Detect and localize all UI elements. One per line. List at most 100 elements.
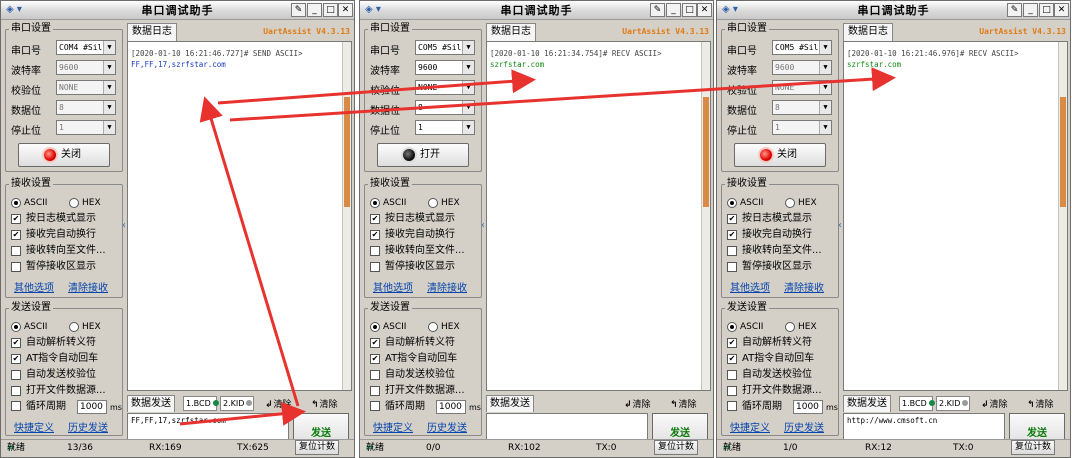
clear-receive-link[interactable]: 清除接收 [427, 279, 467, 294]
clear-log-button[interactable]: ↰清除 [670, 397, 697, 410]
pin-icon[interactable]: ✎ [291, 3, 306, 17]
tab-data-log[interactable]: 数据日志 [843, 23, 893, 41]
send-history-link[interactable]: 历史发送 [427, 419, 467, 434]
reset-count-button[interactable]: 复位计数 [295, 440, 340, 455]
port-select[interactable]: COM4 #Sil ▼ [56, 40, 116, 55]
clear-receive-link[interactable]: 清除接收 [68, 279, 108, 294]
send-option-checksum[interactable]: 自动发送校验位 [11, 369, 121, 383]
recv-option-log-mode[interactable]: ✔ 按日志模式显示 [370, 213, 480, 227]
baud-select[interactable]: 9600 ▼ [56, 60, 116, 75]
send-option-file-source[interactable]: 打开文件数据源... [727, 385, 837, 399]
receive-log-area[interactable]: [2020-01-10 16:21:46.727]# SEND ASCII> F… [127, 41, 352, 391]
other-options-link[interactable]: 其他选项 [373, 279, 413, 294]
minimize-button[interactable]: _ [666, 3, 681, 17]
recv-hex-radio[interactable]: HEX [428, 197, 460, 209]
send-ascii-radio[interactable]: ASCII [727, 321, 763, 333]
log-scrollbar[interactable] [342, 42, 351, 390]
cycle-period-row[interactable]: 循环周期 1000 ms [370, 400, 485, 415]
clear-send-button[interactable]: ↲清除 [265, 397, 292, 410]
quick-define-link[interactable]: 快捷定义 [373, 419, 413, 434]
send-hex-radio[interactable]: HEX [428, 321, 460, 333]
close-button[interactable]: ✕ [697, 3, 712, 17]
clear-send-button[interactable]: ↲清除 [981, 397, 1008, 410]
recv-option-to-file[interactable]: 接收转向至文件... [370, 245, 480, 259]
recv-ascii-radio[interactable]: ASCII [370, 197, 406, 209]
cycle-period-row[interactable]: 循环周期 1000 ms [727, 400, 842, 415]
open-close-port-button[interactable]: 打开 [377, 143, 469, 167]
history-bcd-button[interactable]: 1.BCD [899, 396, 935, 411]
cycle-period-row[interactable]: 循环周期 1000 ms [11, 400, 126, 415]
close-button[interactable]: ✕ [338, 3, 353, 17]
pin-icon[interactable]: ✎ [1007, 3, 1022, 17]
send-hex-radio[interactable]: HEX [69, 321, 101, 333]
open-close-port-button[interactable]: 关闭 [734, 143, 826, 167]
send-option-checksum[interactable]: 自动发送校验位 [370, 369, 480, 383]
clear-send-button[interactable]: ↲清除 [624, 397, 651, 410]
cycle-period-input[interactable]: 1000 [77, 400, 107, 414]
tab-data-log[interactable]: 数据日志 [486, 23, 536, 41]
baud-select[interactable]: 9600 ▼ [415, 60, 475, 75]
recv-option-log-mode[interactable]: ✔ 按日志模式显示 [11, 213, 121, 227]
reset-count-button[interactable]: 复位计数 [654, 440, 699, 455]
close-button[interactable]: ✕ [1054, 3, 1069, 17]
log-scrollbar[interactable] [1058, 42, 1067, 390]
send-hex-radio[interactable]: HEX [785, 321, 817, 333]
stopbits-select[interactable]: 1 ▼ [415, 120, 475, 135]
recv-option-auto-newline[interactable]: ✔ 接收完自动换行 [370, 229, 480, 243]
send-option-escape[interactable]: ✔ 自动解析转义符 [11, 337, 121, 351]
parity-select[interactable]: NONE ▼ [415, 80, 475, 95]
history-kid-button[interactable]: 2.KID [220, 396, 254, 411]
minimize-button[interactable]: _ [1023, 3, 1038, 17]
send-ascii-radio[interactable]: ASCII [11, 321, 47, 333]
recv-option-to-file[interactable]: 接收转向至文件... [727, 245, 837, 259]
send-option-escape[interactable]: ✔ 自动解析转义符 [727, 337, 837, 351]
send-history-link[interactable]: 历史发送 [68, 419, 108, 434]
receive-log-area[interactable]: [2020-01-10 16:21:34.754]# RECV ASCII> s… [486, 41, 711, 391]
open-close-port-button[interactable]: 关闭 [18, 143, 110, 167]
other-options-link[interactable]: 其他选项 [730, 279, 770, 294]
recv-option-auto-newline[interactable]: ✔ 接收完自动换行 [11, 229, 121, 243]
clear-log-button[interactable]: ↰清除 [311, 397, 338, 410]
stopbits-select[interactable]: 1 ▼ [56, 120, 116, 135]
receive-log-area[interactable]: [2020-01-10 16:21:46.976]# RECV ASCII> s… [843, 41, 1068, 391]
cycle-period-input[interactable]: 1000 [436, 400, 466, 414]
maximize-button[interactable]: □ [323, 3, 338, 17]
recv-hex-radio[interactable]: HEX [785, 197, 817, 209]
minimize-button[interactable]: _ [307, 3, 322, 17]
send-ascii-radio[interactable]: ASCII [370, 321, 406, 333]
tab-data-send[interactable]: 数据发送 [127, 395, 175, 412]
recv-option-log-mode[interactable]: ✔ 按日志模式显示 [727, 213, 837, 227]
send-option-checksum[interactable]: 自动发送校验位 [727, 369, 837, 383]
stopbits-select[interactable]: 1 ▼ [772, 120, 832, 135]
databits-select[interactable]: 8 ▼ [772, 100, 832, 115]
databits-select[interactable]: 8 ▼ [415, 100, 475, 115]
parity-select[interactable]: NONE ▼ [772, 80, 832, 95]
reset-count-button[interactable]: 复位计数 [1011, 440, 1056, 455]
send-option-escape[interactable]: ✔ 自动解析转义符 [370, 337, 480, 351]
send-history-link[interactable]: 历史发送 [784, 419, 824, 434]
send-option-at-cr[interactable]: ✔ AT指令自动回车 [11, 353, 121, 367]
tab-data-send[interactable]: 数据发送 [486, 395, 534, 412]
other-options-link[interactable]: 其他选项 [14, 279, 54, 294]
port-select[interactable]: COM5 #Sil ▼ [415, 40, 475, 55]
quick-define-link[interactable]: 快捷定义 [14, 419, 54, 434]
tab-data-send[interactable]: 数据发送 [843, 395, 891, 412]
recv-ascii-radio[interactable]: ASCII [727, 197, 763, 209]
databits-select[interactable]: 8 ▼ [56, 100, 116, 115]
maximize-button[interactable]: □ [682, 3, 697, 17]
parity-select[interactable]: NONE ▼ [56, 80, 116, 95]
quick-define-link[interactable]: 快捷定义 [730, 419, 770, 434]
recv-option-pause[interactable]: 暂停接收区显示 [370, 261, 480, 275]
recv-option-pause[interactable]: 暂停接收区显示 [11, 261, 121, 275]
recv-option-auto-newline[interactable]: ✔ 接收完自动换行 [727, 229, 837, 243]
recv-hex-radio[interactable]: HEX [69, 197, 101, 209]
clear-log-button[interactable]: ↰清除 [1027, 397, 1054, 410]
maximize-button[interactable]: □ [1039, 3, 1054, 17]
history-bcd-button[interactable]: 1.BCD [183, 396, 219, 411]
pin-icon[interactable]: ✎ [650, 3, 665, 17]
recv-ascii-radio[interactable]: ASCII [11, 197, 47, 209]
tab-data-log[interactable]: 数据日志 [127, 23, 177, 41]
baud-select[interactable]: 9600 ▼ [772, 60, 832, 75]
recv-option-pause[interactable]: 暂停接收区显示 [727, 261, 837, 275]
history-kid-button[interactable]: 2.KID [936, 396, 970, 411]
